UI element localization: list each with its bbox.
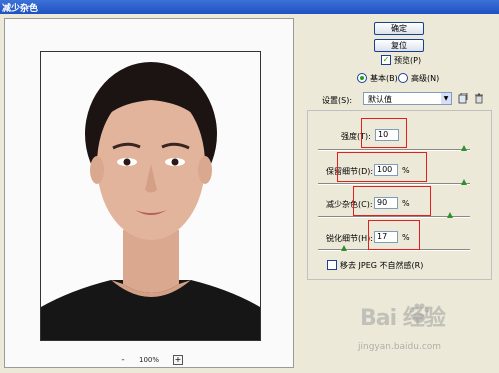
zoom-level: 100% bbox=[139, 356, 160, 364]
paw-icon bbox=[409, 303, 430, 323]
sharpen-details-slider-thumb[interactable] bbox=[340, 245, 347, 251]
zoom-in-button[interactable]: + bbox=[173, 355, 183, 365]
preview-area: - 100% + bbox=[4, 18, 294, 368]
highlight-box bbox=[353, 186, 431, 216]
preview-label: 预览(P) bbox=[394, 56, 422, 65]
highlight-box bbox=[368, 220, 420, 250]
portrait-photo bbox=[41, 52, 260, 340]
advanced-radio[interactable] bbox=[398, 73, 408, 83]
preserve-details-slider-thumb[interactable] bbox=[460, 179, 467, 185]
strength-slider-thumb[interactable] bbox=[460, 145, 467, 151]
preview-image[interactable] bbox=[40, 51, 261, 341]
settings-value: 默认值 bbox=[368, 95, 392, 104]
chevron-down-icon[interactable]: ▼ bbox=[441, 93, 451, 104]
highlight-box bbox=[337, 152, 427, 182]
sharpen-details-label: 锐化细节(H): bbox=[326, 234, 373, 243]
save-settings-icon[interactable] bbox=[458, 93, 468, 104]
preview-checkbox[interactable]: ✓ bbox=[381, 55, 391, 65]
zoom-bar: - 100% + bbox=[5, 355, 295, 367]
basic-label: 基本(B) bbox=[370, 74, 398, 83]
preserve-details-slider[interactable] bbox=[318, 183, 470, 185]
settings-label: 设置(S): bbox=[322, 96, 353, 105]
highlight-box bbox=[361, 118, 407, 148]
window-title: 减少杂色 bbox=[2, 4, 39, 14]
strength-slider[interactable] bbox=[318, 149, 470, 151]
ok-button[interactable]: 确定 bbox=[374, 22, 424, 35]
advanced-label: 高级(N) bbox=[411, 74, 440, 83]
basic-radio[interactable] bbox=[357, 73, 367, 83]
reduce-color-noise-slider-thumb[interactable] bbox=[447, 212, 454, 218]
zoom-out-button[interactable]: - bbox=[118, 355, 128, 365]
watermark: Bai 经验 jingyan.baidu.com bbox=[350, 300, 490, 360]
reset-button[interactable]: 复位 bbox=[374, 39, 424, 52]
watermark-logo: Bai 经验 bbox=[360, 306, 446, 331]
watermark-url: jingyan.baidu.com bbox=[358, 342, 442, 352]
remove-jpeg-artifact-label: 移去 JPEG 不自然感(R) bbox=[340, 261, 424, 270]
title-bar: 减少杂色 bbox=[0, 0, 499, 14]
settings-dropdown[interactable]: 默认值 ▼ bbox=[363, 92, 452, 105]
trash-icon[interactable] bbox=[474, 93, 484, 104]
remove-jpeg-artifact-checkbox[interactable] bbox=[327, 260, 337, 270]
